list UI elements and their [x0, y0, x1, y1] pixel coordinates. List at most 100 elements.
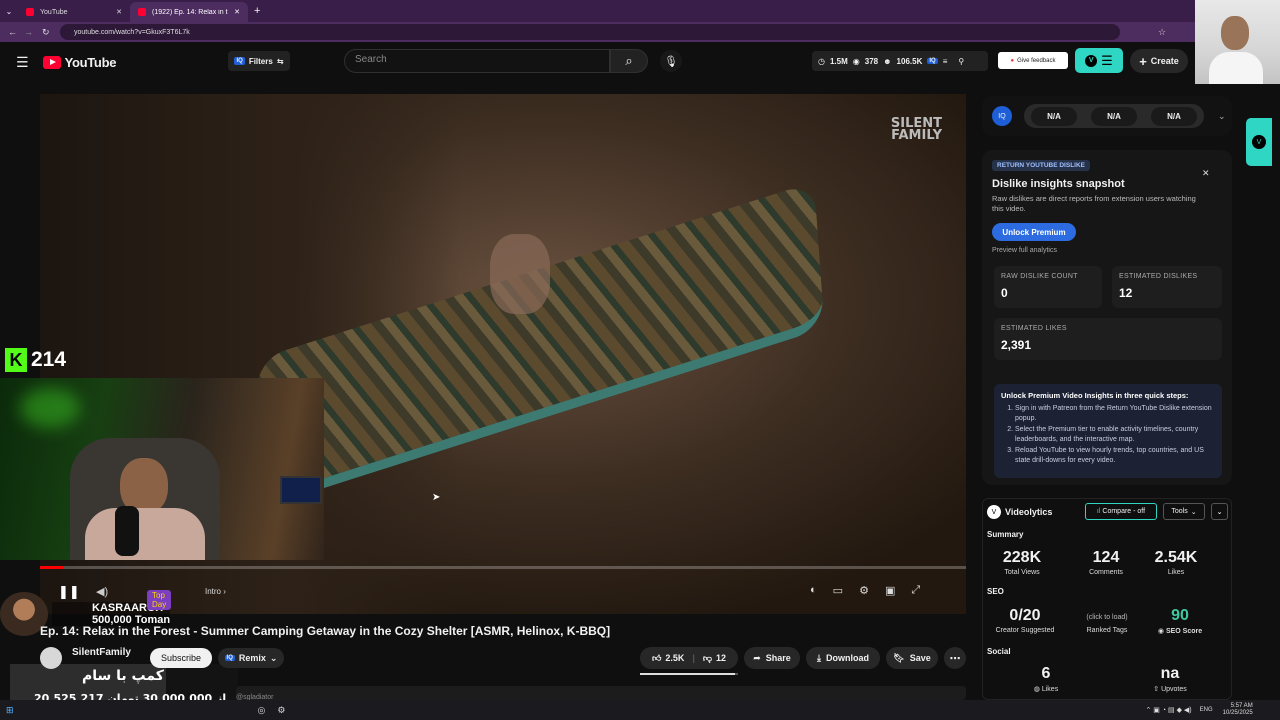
- premium-steps-card: Unlock Premium Video Insights in three q…: [994, 384, 1222, 478]
- stat-seo-score: 90 ◉ SEO Score: [1157, 607, 1203, 635]
- progress-bar[interactable]: [40, 566, 966, 569]
- step-item: Sign in with Patreon from the Return You…: [1015, 404, 1215, 423]
- person-shirt: [1209, 52, 1263, 84]
- estimated-likes-card: ESTIMATED LIKES 2,391: [994, 318, 1222, 360]
- subtitles-icon[interactable]: ▭: [833, 584, 843, 597]
- compare-button[interactable]: ıl Compare - off: [1085, 503, 1157, 520]
- taskbar-app-icon[interactable]: ◎: [258, 705, 266, 716]
- reload-icon[interactable]: ↻: [42, 27, 50, 38]
- share-button[interactable]: ➦ Share: [744, 647, 800, 669]
- bookmark-star-icon[interactable]: ☆: [1158, 27, 1166, 38]
- kick-logo-icon: K: [5, 348, 27, 372]
- windows-start-icon[interactable]: ⊞: [6, 705, 14, 716]
- filters-button[interactable]: IQ Filters ⇆: [228, 51, 290, 71]
- give-feedback-button[interactable]: ● Give feedback: [998, 52, 1068, 69]
- search-button[interactable]: ⌕: [610, 49, 648, 73]
- settings-icon[interactable]: ⚙: [859, 584, 869, 597]
- side-tab-button[interactable]: V: [1246, 118, 1272, 166]
- close-tab-icon[interactable]: ✕: [116, 8, 122, 16]
- more-icon: ⋯: [949, 652, 961, 665]
- fullscreen-icon[interactable]: ⤢: [911, 584, 920, 597]
- save-button[interactable]: 🔖︎ Save: [886, 647, 938, 669]
- iq-icon: IQ: [992, 106, 1012, 126]
- preview-analytics-link[interactable]: Preview full analytics: [992, 247, 1057, 254]
- dislike-button[interactable]: 👎︎ 12: [703, 653, 726, 664]
- channel-name[interactable]: SilentFamily: [72, 647, 131, 658]
- autoplay-toggle-icon[interactable]: ◐: [810, 584, 817, 597]
- subscribe-button[interactable]: Subscribe: [150, 648, 212, 668]
- chevron-down-icon: ⌄: [269, 652, 278, 663]
- videolytics-icon: V: [1085, 54, 1098, 67]
- progress-fill: [40, 566, 64, 569]
- channel-avatar[interactable]: [40, 647, 62, 669]
- raw-dislike-card: RAW DISLIKE COUNT 0: [994, 266, 1102, 308]
- seo-label: SEO: [987, 587, 1004, 596]
- url-field[interactable]: youtube.com/watch?v=GkuxF3T6L7k: [60, 24, 1120, 40]
- streamer-face-cam: [1195, 0, 1280, 84]
- forward-icon[interactable]: →: [24, 27, 33, 37]
- step-item: Select the Premium tier to enable activi…: [1015, 425, 1215, 444]
- menu-icon[interactable]: ☰: [16, 54, 29, 71]
- clock[interactable]: 5:57 AM 10/25/2025: [1223, 703, 1253, 717]
- new-tab-icon[interactable]: +: [254, 5, 260, 17]
- like-dislike-group: 👍︎ 2.5K | 👎︎ 12: [640, 647, 738, 669]
- top-day-badge: Top Day: [147, 590, 172, 610]
- videolytics-icon: ◉: [1157, 628, 1164, 635]
- desk-monitor: [280, 476, 322, 504]
- like-ratio-fill: [640, 673, 736, 675]
- green-light: [20, 388, 80, 428]
- ryd-badge: RETURN YOUTUBE DISLIKE: [992, 160, 1090, 171]
- extension-menu-button[interactable]: V ☰: [1075, 48, 1123, 73]
- hamburger-icon: ☰: [1101, 52, 1113, 68]
- voice-search-button[interactable]: 🎙: [660, 50, 682, 72]
- tab-video[interactable]: (1922) Ep. 14: Relax in the F ✕: [130, 2, 248, 22]
- close-tab-icon[interactable]: ✕: [234, 8, 240, 16]
- miniplayer-icon[interactable]: ▣: [885, 584, 895, 597]
- channel-watermark: SILENT FAMILY: [890, 116, 942, 143]
- stat-likes: 2.54K Likes: [1154, 549, 1198, 576]
- steps-title: Unlock Premium Video Insights in three q…: [1001, 391, 1189, 400]
- estimated-dislikes-card: ESTIMATED DISLIKES 12: [1112, 266, 1222, 308]
- chevron-down-icon[interactable]: ⌄: [1218, 111, 1226, 122]
- more-actions-button[interactable]: ⋯: [944, 647, 966, 669]
- taskbar-app-icon[interactable]: ⚙: [277, 705, 285, 716]
- create-button[interactable]: + Create: [1130, 49, 1188, 73]
- youtube-logo[interactable]: YouTube: [42, 55, 116, 70]
- stat-total-views: 228K Total Views: [1002, 549, 1042, 576]
- upvote-icon: ⇧: [1153, 686, 1160, 693]
- remix-button[interactable]: IQ Remix ⌄: [218, 648, 284, 668]
- search-input[interactable]: Search: [344, 49, 610, 73]
- tray-icons[interactable]: ⌃ ▣ ◔ ▤ ◆ ◀): [1145, 706, 1191, 714]
- back-icon[interactable]: ←: [8, 27, 17, 37]
- ryd-title: Dislike insights snapshot: [992, 178, 1125, 190]
- unlock-premium-button[interactable]: Unlock Premium: [992, 223, 1076, 241]
- rq-bar: IQ N/A N/A N/A ⌄: [982, 96, 1232, 136]
- tools-button[interactable]: Tools ⌄: [1163, 503, 1205, 520]
- iq-icon: IQ: [234, 57, 245, 65]
- download-button[interactable]: ⤓ Download: [806, 647, 880, 669]
- tab-list-icon[interactable]: ⌄: [0, 7, 18, 16]
- streamer-webcam: [0, 378, 324, 560]
- share-icon: ➦: [753, 652, 761, 663]
- close-icon[interactable]: ✕: [1202, 168, 1210, 179]
- stat-ranked-tags[interactable]: (click to load) Ranked Tags: [1071, 611, 1143, 634]
- tab-youtube[interactable]: YouTube ✕: [18, 2, 130, 22]
- thumbs-up-icon: ◍: [1033, 686, 1040, 693]
- collapse-button[interactable]: ⌄: [1211, 503, 1228, 520]
- comment-strip: @sgladiator: [236, 686, 966, 701]
- summary-label: Summary: [987, 530, 1024, 539]
- like-button[interactable]: 👍︎ 2.5K: [652, 653, 684, 664]
- download-icon: ⤓: [817, 652, 821, 663]
- list-icon[interactable]: ≡: [943, 57, 948, 66]
- k-counter: K 214: [5, 348, 66, 372]
- chevron-down-icon: ⌄: [1216, 508, 1223, 516]
- language-indicator[interactable]: ENG: [1200, 707, 1213, 713]
- streamer-body: [85, 508, 205, 560]
- rq-values: N/A N/A N/A: [1024, 104, 1204, 128]
- rq-value: N/A: [1151, 106, 1197, 126]
- stat-upvotes: na ⇧ Upvotes: [1153, 665, 1187, 693]
- windows-taskbar: ⊞ ◎ ⚙ ⌃ ▣ ◔ ▤ ◆ ◀) ENG 5:57 AM 10/25/202…: [0, 700, 1280, 720]
- video-title: Ep. 14: Relax in the Forest - Summer Cam…: [40, 624, 611, 638]
- pin-icon[interactable]: ⚲: [958, 57, 964, 66]
- youtube-favicon-icon: [26, 8, 34, 16]
